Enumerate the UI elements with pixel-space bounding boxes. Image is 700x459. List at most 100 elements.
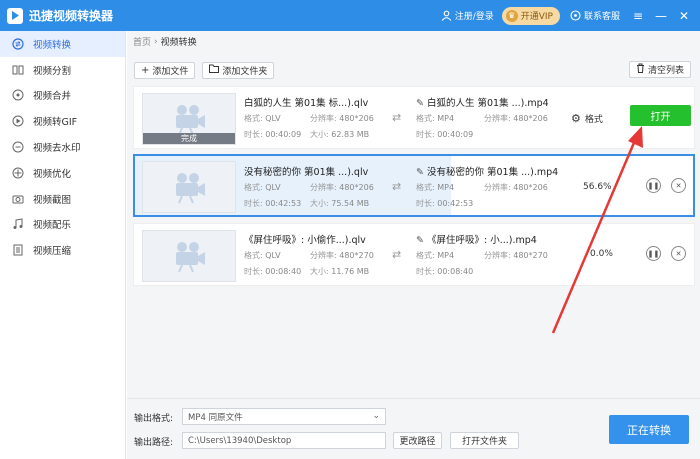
output-duration: 时长: 00:40:09 — [416, 130, 474, 139]
close-icon: ✕ — [675, 181, 682, 190]
file-row-selected[interactable]: 没有秘密的你 第01集 ...).qlv 格式: QLV 分辨率: 480*20… — [133, 154, 695, 217]
output-format-value: MP4 同原文件 — [188, 412, 243, 423]
file-row[interactable]: 《屏住呼吸》: 小偷作...).qlv 格式: QLV 分辨率: 480*270… — [133, 223, 695, 286]
open-button[interactable]: 打开 — [630, 105, 691, 126]
output-path-field[interactable]: C:\Users\13940\Desktop — [182, 432, 386, 449]
gif-icon — [12, 115, 24, 127]
source-duration: 时长: 00:42:53 — [244, 199, 302, 208]
pause-button[interactable]: ❚❚ — [646, 246, 661, 261]
file-row[interactable]: 完成 白狐的人生 第01集 标...).qlv 格式: QLV 分辨率: 480… — [133, 86, 695, 149]
video-camera-icon — [176, 105, 205, 136]
progress-percent: 56.6% — [583, 182, 612, 192]
source-duration: 时长: 00:40:09 — [244, 130, 302, 139]
sidebar-item-label: 视频转GIF — [33, 117, 78, 129]
add-folder-label: 添加文件夹 — [222, 66, 268, 77]
remove-button[interactable]: ✕ — [671, 246, 686, 261]
menu-icon[interactable]: ≡ — [628, 6, 648, 26]
sidebar-item-label: 视频合并 — [33, 91, 72, 103]
sidebar-item-watermark[interactable]: 视频去水印 — [0, 134, 125, 160]
add-file-button[interactable]: + 添加文件 — [134, 61, 196, 79]
sidebar-item-split[interactable]: 视频分割 — [0, 57, 125, 83]
video-thumbnail — [142, 230, 236, 282]
clear-list-button[interactable]: 清空列表 — [628, 61, 691, 78]
source-size: 大小: 62.83 MB — [310, 130, 370, 139]
music-icon — [12, 218, 24, 230]
output-resolution: 分辨率: 480*270 — [484, 251, 548, 260]
video-camera-icon — [176, 173, 205, 204]
output-file-name[interactable]: ✎ 《屏住呼吸》: 小...).mp4 — [416, 232, 537, 246]
login-link[interactable]: 注册/登录 — [441, 9, 494, 22]
add-folder-button[interactable]: 添加文件夹 — [202, 61, 275, 79]
converting-button[interactable]: 正在转换 — [609, 415, 689, 444]
status-badge: 完成 — [143, 133, 235, 144]
trash-icon — [636, 63, 645, 76]
pencil-icon[interactable]: ✎ — [416, 167, 424, 178]
output-path-label: 输出路径: — [134, 438, 174, 448]
change-path-button[interactable]: 更改路径 — [393, 432, 442, 449]
split-icon — [12, 64, 24, 76]
pause-icon: ❚❚ — [647, 249, 660, 258]
convert-icon — [12, 38, 24, 50]
video-thumbnail — [142, 161, 236, 213]
gear-icon: ⚙ — [571, 112, 581, 125]
source-format: 格式: QLV — [244, 183, 281, 192]
output-resolution: 分辨率: 480*206 — [484, 114, 548, 123]
source-resolution: 分辨率: 480*270 — [310, 251, 374, 260]
sidebar-item-label: 视频压缩 — [33, 246, 72, 258]
progress-percent: 0.0% — [590, 249, 613, 259]
compress-icon — [12, 244, 24, 256]
chevron-down-icon: ⌄ — [372, 411, 380, 421]
output-resolution: 分辨率: 480*206 — [484, 183, 548, 192]
vip-button[interactable]: ♛ 开通VIP — [501, 6, 560, 25]
sidebar-item-label: 视频分割 — [33, 65, 72, 77]
sidebar: 视频转换 视频分割 视频合并 视频转GIF 视频去水印 视频优化 视频截图 视频… — [0, 31, 126, 459]
optimize-icon — [12, 167, 24, 179]
sidebar-item-gif[interactable]: 视频转GIF — [0, 108, 125, 134]
folder-icon — [209, 64, 220, 76]
pause-button[interactable]: ❚❚ — [646, 178, 661, 193]
source-resolution: 分辨率: 480*206 — [310, 114, 374, 123]
bottom-bar: 输出格式: MP4 同原文件 ⌄ 输出路径: C:\Users\13940\Des… — [127, 398, 700, 459]
source-file-name: 没有秘密的你 第01集 ...).qlv — [244, 167, 369, 178]
output-path-value: C:\Users\13940\Desktop — [188, 435, 292, 446]
shuffle-icon: ⇄ — [392, 111, 402, 124]
breadcrumb: 首页 › 视频转换 — [133, 35, 197, 49]
shuffle-icon: ⇄ — [392, 248, 402, 261]
login-label: 注册/登录 — [454, 12, 494, 22]
sidebar-item-label: 视频截图 — [33, 194, 72, 206]
minimize-icon[interactable]: — — [651, 6, 671, 26]
close-icon: ✕ — [675, 249, 682, 258]
breadcrumb-separator: › — [154, 36, 158, 47]
output-format-select[interactable]: MP4 同原文件 ⌄ — [182, 408, 386, 425]
pencil-icon[interactable]: ✎ — [416, 235, 424, 246]
pencil-icon[interactable]: ✎ — [416, 98, 424, 109]
output-format: 格式: MP4 — [416, 183, 455, 192]
output-file-name[interactable]: ✎ 没有秘密的你 第01集 ...).mp4 — [416, 164, 558, 178]
breadcrumb-home[interactable]: 首页 — [133, 35, 151, 48]
support-label: 联系客服 — [583, 12, 620, 22]
support-link[interactable]: 联系客服 — [570, 9, 620, 22]
sidebar-item-compress[interactable]: 视频压缩 — [0, 237, 125, 263]
sidebar-item-merge[interactable]: 视频合并 — [0, 83, 125, 109]
sidebar-item-label: 视频配乐 — [33, 220, 72, 232]
plus-icon: + — [141, 64, 150, 76]
vip-label: 开通VIP — [520, 12, 553, 22]
clear-list-label: 清空列表 — [647, 66, 684, 76]
output-file-name[interactable]: ✎ 白狐的人生 第01集 ...).mp4 — [416, 95, 549, 109]
sidebar-item-optimize[interactable]: 视频优化 — [0, 160, 125, 186]
source-file-name: 白狐的人生 第01集 标...).qlv — [244, 98, 369, 109]
sidebar-item-convert[interactable]: 视频转换 — [0, 31, 125, 57]
sidebar-item-label: 视频转换 — [33, 39, 72, 51]
remove-button[interactable]: ✕ — [671, 178, 686, 193]
source-format: 格式: QLV — [244, 114, 281, 123]
format-settings-button[interactable]: ⚙ 格式 — [571, 112, 603, 125]
sidebar-item-screenshot[interactable]: 视频截图 — [0, 186, 125, 212]
main-content: 首页 › 视频转换 + 添加文件 添加文件夹 清空列表 完成 白狐的人生 第01集… — [127, 31, 700, 459]
title-bar: 迅捷视频转换器 注册/登录 ♛ 开通VIP 联系客服 ≡ — ✕ — [0, 0, 700, 31]
output-format: 格式: MP4 — [416, 251, 455, 260]
output-duration: 时长: 00:08:40 — [416, 267, 474, 276]
close-icon[interactable]: ✕ — [674, 6, 694, 26]
video-thumbnail: 完成 — [142, 93, 236, 145]
sidebar-item-music[interactable]: 视频配乐 — [0, 212, 125, 238]
open-folder-button[interactable]: 打开文件夹 — [450, 432, 519, 449]
